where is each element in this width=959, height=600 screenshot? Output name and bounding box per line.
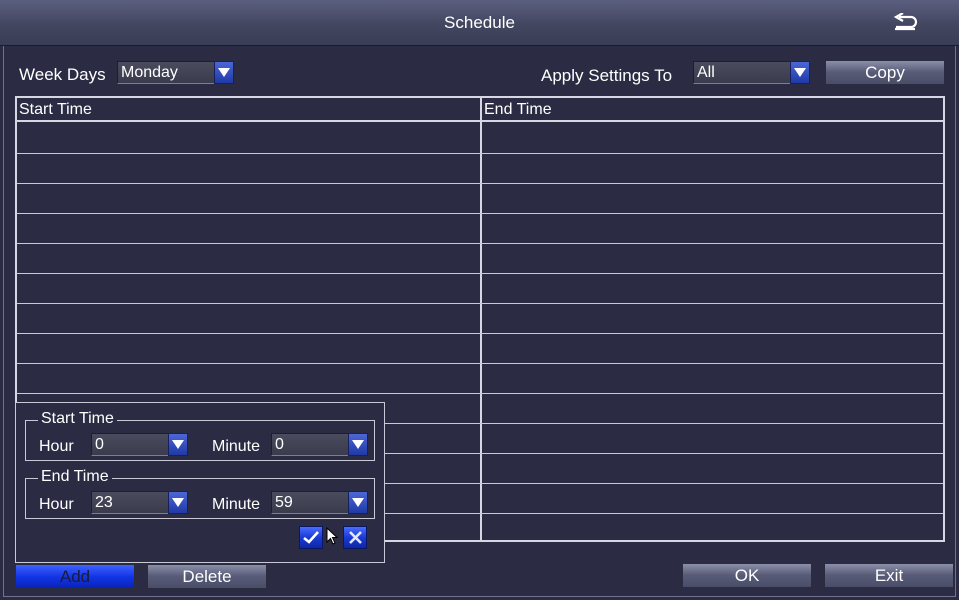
table-row[interactable] [17,274,943,304]
end-minute-select[interactable]: 59 [271,491,368,514]
table-row[interactable] [17,214,943,244]
end-time-legend: End Time [38,468,112,486]
column-header-start-time: Start Time [19,101,92,118]
dropdown-arrow-icon[interactable] [168,491,188,514]
add-button[interactable]: Add [15,564,135,589]
table-row[interactable] [17,364,943,394]
start-time-legend: Start Time [38,410,117,428]
week-days-label: Week Days [19,65,106,84]
start-minute-label: Minute [212,438,261,455]
cancel-button[interactable] [343,526,367,549]
end-minute-label: Minute [212,496,261,513]
checkmark-icon [303,531,319,544]
ok-button[interactable]: OK [682,563,812,588]
close-icon [348,531,362,544]
table-row[interactable] [17,184,943,214]
start-minute-select[interactable]: 0 [271,433,368,456]
mouse-pointer-icon [326,527,338,545]
start-time-group: Start Time Hour 0 Minute 0 [25,410,375,461]
table-row[interactable] [17,304,943,334]
title-bar: Schedule [0,0,959,46]
dropdown-arrow-icon[interactable] [348,433,368,456]
apply-settings-label: Apply Settings To [541,66,673,85]
start-hour-select[interactable]: 0 [91,433,188,456]
table-row[interactable] [17,154,943,184]
delete-button[interactable]: Delete [147,564,267,589]
start-hour-label: Hour [39,438,74,455]
dropdown-arrow-icon[interactable] [214,61,234,84]
table-row[interactable] [17,124,943,154]
column-header-end-time: End Time [484,101,552,118]
confirm-button[interactable] [299,526,323,549]
exit-button[interactable]: Exit [824,563,954,588]
table-row[interactable] [17,334,943,364]
table-row[interactable] [17,244,943,274]
end-hour-label: Hour [39,496,74,513]
end-time-group: End Time Hour 23 Minute 59 [25,468,375,519]
apply-settings-select[interactable]: All [693,61,810,84]
end-hour-value: 23 [95,494,113,511]
dropdown-arrow-icon[interactable] [348,491,368,514]
window-title: Schedule [444,13,515,32]
week-days-select[interactable]: Monday [117,61,234,84]
week-days-value: Monday [121,64,178,81]
dropdown-arrow-icon[interactable] [790,61,810,84]
apply-settings-value: All [697,64,715,81]
dropdown-arrow-icon[interactable] [168,433,188,456]
start-hour-value: 0 [95,436,104,453]
return-arrow-icon[interactable] [893,13,919,33]
end-hour-select[interactable]: 23 [91,491,188,514]
start-minute-value: 0 [275,436,284,453]
copy-button[interactable]: Copy [825,60,945,85]
end-minute-value: 59 [275,494,293,511]
